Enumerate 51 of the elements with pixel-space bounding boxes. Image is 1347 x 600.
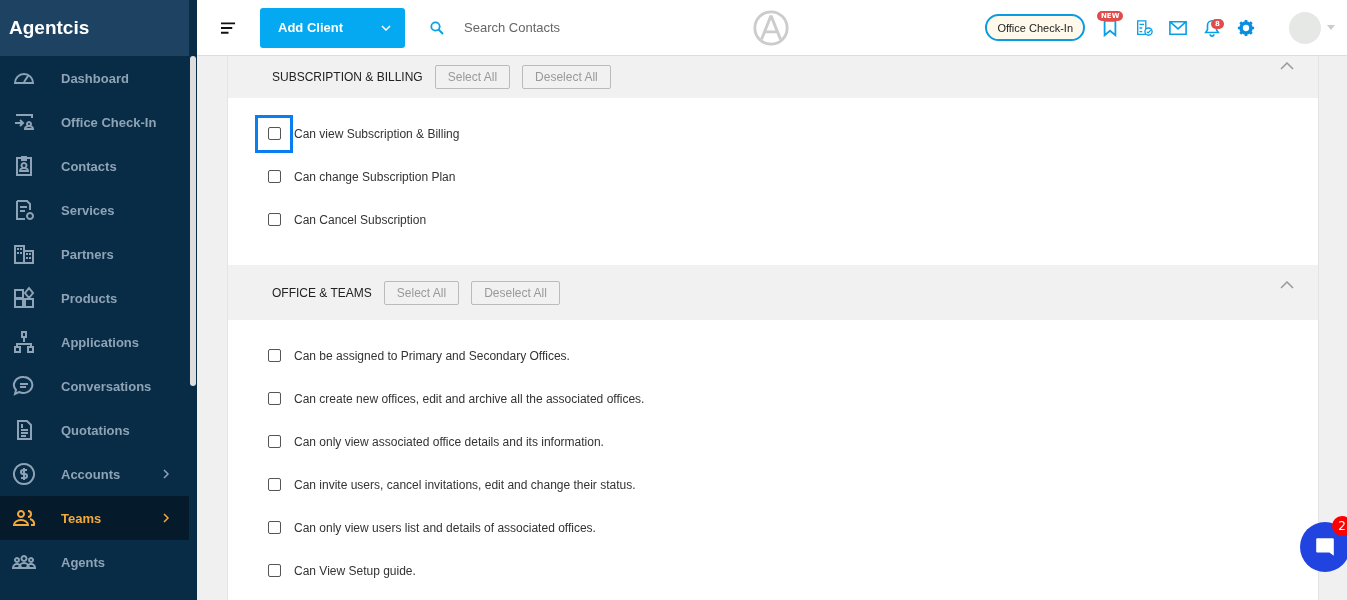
permission-label: Can only view associated office details and its information. [294, 434, 604, 449]
checkbox[interactable] [267, 435, 281, 448]
blocks-icon [12, 286, 36, 310]
chat-bubble-icon [12, 374, 36, 398]
section-title: SUBSCRIPTION & BILLING [272, 70, 423, 84]
nav-item[interactable]: Partners [0, 232, 189, 276]
nav-item[interactable]: Office Check-In [0, 100, 189, 144]
permission-label: Can View Setup guide. [294, 563, 416, 578]
checkbox[interactable] [267, 349, 281, 362]
chat-badge: 2 [1332, 516, 1347, 536]
permission-label: Can be assigned to Primary and Secondary Offices. [294, 348, 570, 363]
nav-item[interactable]: Accounts [0, 452, 189, 496]
checkbox[interactable] [267, 127, 281, 140]
caret-icon [381, 24, 391, 31]
nav-item[interactable]: Conversations [0, 364, 189, 408]
mail-icon[interactable] [1169, 18, 1187, 37]
hierarchy-icon [12, 330, 36, 354]
building-icon [12, 242, 36, 266]
nav-item[interactable]: Applications [0, 320, 189, 364]
permission-label: Can only view users list and details of associated offices. [294, 520, 596, 535]
chat-bubble-icon [1314, 536, 1336, 558]
checkbox[interactable] [267, 478, 281, 491]
scrollbar[interactable] [190, 56, 196, 386]
nav-item[interactable]: Contacts [0, 144, 189, 188]
nav-item[interactable]: Services [0, 188, 189, 232]
checkbox[interactable] [267, 521, 281, 534]
checkbox[interactable] [267, 213, 281, 226]
permission-label: Can create new offices, edit and archive all the associated offices. [294, 391, 645, 406]
menu-icon[interactable] [221, 21, 236, 34]
checklist-icon[interactable] [1135, 18, 1153, 37]
bell-icon[interactable] [1203, 18, 1221, 37]
checkbox[interactable] [267, 170, 281, 183]
section-title: OFFICE & TEAMS [272, 285, 372, 300]
nav-item[interactable]: Dashboard [0, 56, 189, 100]
nav-item[interactable]: Quotations [0, 408, 189, 452]
checkbox[interactable] [267, 564, 281, 577]
logo-text: Agentcis [9, 17, 90, 39]
logo-icon [752, 8, 790, 47]
nav-item[interactable]: Products [0, 276, 189, 320]
nav-item[interactable]: Agents [0, 540, 189, 584]
permission-label: Can Cancel Subscription [294, 212, 427, 227]
search-icon [430, 20, 444, 35]
nav-item[interactable]: Teams [0, 496, 189, 540]
office-check-in-button[interactable]: Office Check-In [985, 14, 1085, 41]
bookmark-icon[interactable] [1101, 18, 1119, 37]
checkbox[interactable] [267, 392, 281, 405]
settings-icon[interactable] [1237, 18, 1255, 37]
permission-label: Can change Subscription Plan [294, 169, 456, 184]
permission-label: Can view Subscription & Billing [294, 126, 460, 141]
dollar-icon [12, 462, 36, 486]
permission-label: Can invite users, cancel invitations, edit and change their status. [294, 477, 636, 492]
